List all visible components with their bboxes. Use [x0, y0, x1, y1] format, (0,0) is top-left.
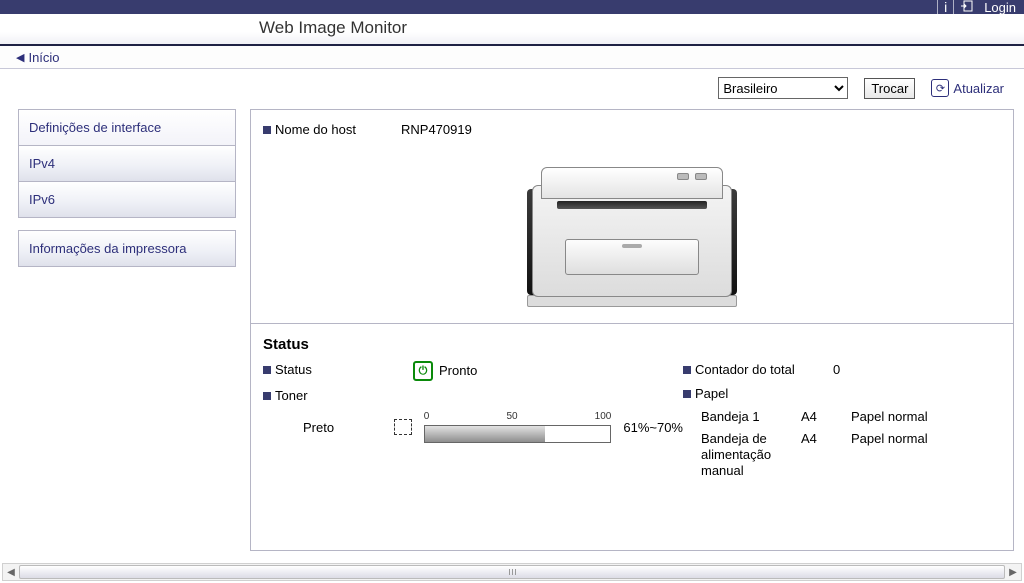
printer-image — [263, 137, 1001, 317]
sidebar: Definições de interface IPv4 IPv6 Inform… — [18, 109, 236, 279]
status-right: Contador do total 0 Papel Bandeja 1 A4 P… — [683, 361, 1001, 485]
header-right: i Login — [937, 0, 1016, 14]
status-ok-icon: ⏻ — [413, 361, 433, 381]
tool-row: Brasileiro Trocar ⟳ Atualizar — [0, 69, 1024, 103]
toner-block: Preto 0 50 100 — [263, 411, 683, 443]
sidebar-group-interface: Definições de interface IPv4 IPv6 — [18, 109, 236, 218]
sidebar-item-printer-info[interactable]: Informações da impressora — [19, 231, 235, 266]
status-left: Status ⏻ Pronto Toner Preto — [263, 361, 683, 485]
login-link[interactable]: Login — [980, 0, 1016, 15]
breadcrumb: ◀ Início — [0, 46, 1024, 69]
toner-level-text: 61%~70% — [623, 420, 683, 435]
host-row: Nome do host RNP470919 — [263, 122, 1001, 137]
breadcrumb-marker-icon: ◀ — [16, 51, 24, 64]
main-upper: Nome do host RNP470919 — [251, 110, 1013, 324]
bullet-icon — [683, 366, 691, 374]
login-icon[interactable] — [960, 0, 974, 15]
scroll-left-arrow-icon[interactable]: ◀ — [3, 565, 19, 579]
status-heading: Status — [263, 336, 1001, 353]
bullet-icon — [683, 390, 691, 398]
title-strip — [0, 14, 1024, 44]
body: Definições de interface IPv4 IPv6 Inform… — [0, 103, 1024, 551]
host-label: Nome do host — [263, 122, 393, 137]
host-value: RNP470919 — [401, 122, 472, 137]
breadcrumb-home[interactable]: Início — [28, 50, 59, 65]
paper-label: Papel — [683, 385, 833, 403]
info-icon[interactable]: i — [944, 0, 947, 14]
paper-row: Bandeja 1 A4 Papel normal — [701, 409, 1001, 425]
refresh-button[interactable]: ⟳ Atualizar — [931, 79, 1004, 97]
separator — [953, 0, 954, 14]
scroll-track[interactable] — [19, 565, 1005, 579]
paper-tray-name: Bandeja de alimentação manual — [701, 431, 801, 479]
refresh-icon: ⟳ — [931, 79, 949, 97]
counter-value: 0 — [833, 361, 1001, 379]
main-panel: Nome do host RNP470919 Status — [250, 109, 1014, 551]
paper-row: Bandeja de alimentação manual A4 Papel n… — [701, 431, 1001, 479]
status-section: Status Status ⏻ Pronto Toner — [251, 324, 1013, 499]
bullet-icon — [263, 366, 271, 374]
sidebar-item-ipv6[interactable]: IPv6 — [19, 182, 235, 217]
swap-button[interactable]: Trocar — [864, 78, 915, 99]
header-bar: Web Image Monitor i Login — [0, 0, 1024, 46]
paper-size: A4 — [801, 431, 851, 479]
sidebar-group-printer: Informações da impressora — [18, 230, 236, 267]
toner-cartridge-icon — [394, 419, 412, 435]
scroll-right-arrow-icon[interactable]: ▶ — [1005, 565, 1021, 579]
toner-scale: 0 50 100 — [424, 411, 612, 443]
paper-type: Papel normal — [851, 431, 928, 479]
counter-label: Contador do total — [683, 361, 833, 379]
paper-size: A4 — [801, 409, 851, 425]
app-title: Web Image Monitor — [259, 18, 407, 38]
sidebar-item-ipv4[interactable]: IPv4 — [19, 146, 235, 182]
toner-bar — [424, 425, 612, 443]
toner-name: Preto — [303, 420, 382, 435]
status-value: ⏻ Pronto — [413, 361, 683, 381]
sidebar-item-interface-settings[interactable]: Definições de interface — [19, 110, 235, 146]
separator — [937, 0, 938, 14]
language-select[interactable]: Brasileiro — [718, 77, 848, 99]
refresh-label: Atualizar — [953, 81, 1004, 96]
toner-fill — [425, 426, 546, 442]
bullet-icon — [263, 392, 271, 400]
scroll-thumb[interactable] — [19, 565, 1005, 579]
paper-tray-name: Bandeja 1 — [701, 409, 801, 425]
toner-label: Toner — [263, 387, 413, 405]
paper-type: Papel normal — [851, 409, 928, 425]
horizontal-scrollbar[interactable]: ◀ ▶ — [2, 563, 1022, 581]
status-label: Status — [263, 361, 413, 379]
bullet-icon — [263, 126, 271, 134]
